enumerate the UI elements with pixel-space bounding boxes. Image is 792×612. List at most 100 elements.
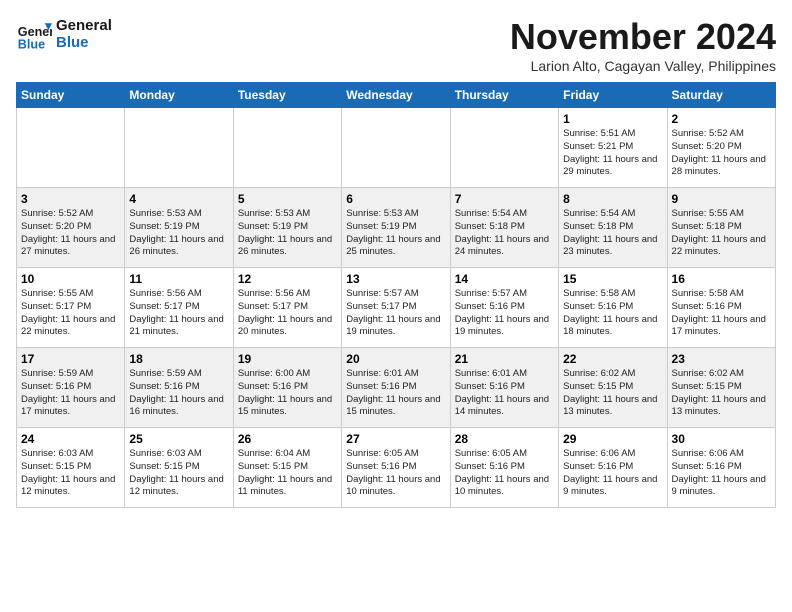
- day-number: 20: [346, 352, 445, 366]
- day-info: Sunrise: 5:57 AM Sunset: 5:16 PM Dayligh…: [455, 288, 554, 339]
- week-row-0: 1Sunrise: 5:51 AM Sunset: 5:21 PM Daylig…: [17, 108, 776, 188]
- day-cell: 8 Sunrise: 5:54 AM Sunset: 5:18 PM Daylig…: [559, 188, 667, 268]
- week-row-1: 3 Sunrise: 5:52 AM Sunset: 5:20 PM Daylig…: [17, 188, 776, 268]
- day-cell: 22 Sunrise: 6:02 AM Sunset: 5:15 PM Dayli…: [559, 348, 667, 428]
- day-cell: 30 Sunrise: 6:06 AM Sunset: 5:16 PM Dayli…: [667, 428, 775, 508]
- day-cell: 24 Sunrise: 6:03 AM Sunset: 5:15 PM Dayli…: [17, 428, 125, 508]
- day-number: 16: [672, 272, 771, 286]
- col-header-saturday: Saturday: [667, 83, 775, 108]
- day-number: 10: [21, 272, 120, 286]
- day-number: 25: [129, 432, 228, 446]
- col-header-tuesday: Tuesday: [233, 83, 341, 108]
- day-info: Sunrise: 6:03 AM Sunset: 5:15 PM Dayligh…: [21, 448, 120, 499]
- day-number: 23: [672, 352, 771, 366]
- day-cell: 23 Sunrise: 6:02 AM Sunset: 5:15 PM Dayli…: [667, 348, 775, 428]
- col-header-wednesday: Wednesday: [342, 83, 450, 108]
- day-number: 27: [346, 432, 445, 446]
- logo-line1: General: [56, 17, 112, 34]
- day-number: 13: [346, 272, 445, 286]
- day-cell: 4Sunrise: 5:53 AM Sunset: 5:19 PM Daylig…: [125, 188, 233, 268]
- week-row-2: 10 Sunrise: 5:55 AM Sunset: 5:17 PM Dayli…: [17, 268, 776, 348]
- day-cell: 19 Sunrise: 6:00 AM Sunset: 5:16 PM Dayli…: [233, 348, 341, 428]
- day-number: 8: [563, 192, 662, 206]
- day-info: Sunrise: 6:05 AM Sunset: 5:16 PM Dayligh…: [455, 448, 554, 499]
- day-number: 12: [238, 272, 337, 286]
- day-number: 3: [21, 192, 120, 206]
- day-info: Sunrise: 5:55 AM Sunset: 5:17 PM Dayligh…: [21, 288, 120, 339]
- day-info: Sunrise: 6:02 AM Sunset: 5:15 PM Dayligh…: [672, 368, 771, 419]
- day-info: Sunrise: 6:01 AM Sunset: 5:16 PM Dayligh…: [455, 368, 554, 419]
- col-header-monday: Monday: [125, 83, 233, 108]
- day-number: 2: [672, 112, 771, 126]
- day-number: 11: [129, 272, 228, 286]
- day-info: Sunrise: 6:04 AM Sunset: 5:15 PM Dayligh…: [238, 448, 337, 499]
- week-row-4: 24 Sunrise: 6:03 AM Sunset: 5:15 PM Dayli…: [17, 428, 776, 508]
- day-number: 4: [129, 192, 228, 206]
- day-number: 17: [21, 352, 120, 366]
- logo-line2: Blue: [56, 34, 112, 51]
- day-info: Sunrise: 5:52 AM Sunset: 5:20 PM Dayligh…: [672, 128, 771, 179]
- header: General Blue General Blue November 2024 …: [16, 16, 776, 74]
- month-title: November 2024: [510, 16, 776, 58]
- day-info: Sunrise: 6:06 AM Sunset: 5:16 PM Dayligh…: [563, 448, 662, 499]
- day-number: 28: [455, 432, 554, 446]
- day-cell: [233, 108, 341, 188]
- logo: General Blue General Blue: [16, 16, 112, 52]
- day-info: Sunrise: 5:55 AM Sunset: 5:18 PM Dayligh…: [672, 208, 771, 259]
- day-cell: 21 Sunrise: 6:01 AM Sunset: 5:16 PM Dayli…: [450, 348, 558, 428]
- day-info: Sunrise: 6:03 AM Sunset: 5:15 PM Dayligh…: [129, 448, 228, 499]
- day-info: Sunrise: 5:58 AM Sunset: 5:16 PM Dayligh…: [672, 288, 771, 339]
- col-header-thursday: Thursday: [450, 83, 558, 108]
- day-info: Sunrise: 5:52 AM Sunset: 5:20 PM Dayligh…: [21, 208, 120, 259]
- day-number: 21: [455, 352, 554, 366]
- day-cell: 17Sunrise: 5:59 AM Sunset: 5:16 PM Dayli…: [17, 348, 125, 428]
- col-header-sunday: Sunday: [17, 83, 125, 108]
- col-header-friday: Friday: [559, 83, 667, 108]
- day-cell: 12Sunrise: 5:56 AM Sunset: 5:17 PM Dayli…: [233, 268, 341, 348]
- day-info: Sunrise: 5:56 AM Sunset: 5:17 PM Dayligh…: [129, 288, 228, 339]
- day-info: Sunrise: 5:54 AM Sunset: 5:18 PM Dayligh…: [563, 208, 662, 259]
- day-number: 29: [563, 432, 662, 446]
- day-cell: 18 Sunrise: 5:59 AM Sunset: 5:16 PM Dayli…: [125, 348, 233, 428]
- day-cell: 14 Sunrise: 5:57 AM Sunset: 5:16 PM Dayli…: [450, 268, 558, 348]
- header-row: SundayMondayTuesdayWednesdayThursdayFrid…: [17, 83, 776, 108]
- day-cell: 5Sunrise: 5:53 AM Sunset: 5:19 PM Daylig…: [233, 188, 341, 268]
- day-number: 19: [238, 352, 337, 366]
- day-cell: 28 Sunrise: 6:05 AM Sunset: 5:16 PM Dayli…: [450, 428, 558, 508]
- day-info: Sunrise: 5:57 AM Sunset: 5:17 PM Dayligh…: [346, 288, 445, 339]
- day-info: Sunrise: 5:54 AM Sunset: 5:18 PM Dayligh…: [455, 208, 554, 259]
- day-cell: [17, 108, 125, 188]
- day-cell: 27 Sunrise: 6:05 AM Sunset: 5:16 PM Dayli…: [342, 428, 450, 508]
- calendar-table: SundayMondayTuesdayWednesdayThursdayFrid…: [16, 82, 776, 508]
- day-cell: 29 Sunrise: 6:06 AM Sunset: 5:16 PM Dayli…: [559, 428, 667, 508]
- day-info: Sunrise: 6:06 AM Sunset: 5:16 PM Dayligh…: [672, 448, 771, 499]
- day-info: Sunrise: 6:01 AM Sunset: 5:16 PM Dayligh…: [346, 368, 445, 419]
- svg-text:Blue: Blue: [18, 37, 45, 51]
- logo-icon: General Blue: [16, 16, 52, 52]
- day-cell: 25 Sunrise: 6:03 AM Sunset: 5:15 PM Dayli…: [125, 428, 233, 508]
- day-cell: [125, 108, 233, 188]
- day-cell: [342, 108, 450, 188]
- title-area: November 2024 Larion Alto, Cagayan Valle…: [510, 16, 776, 74]
- day-info: Sunrise: 6:00 AM Sunset: 5:16 PM Dayligh…: [238, 368, 337, 419]
- day-info: Sunrise: 5:59 AM Sunset: 5:16 PM Dayligh…: [129, 368, 228, 419]
- day-cell: 1Sunrise: 5:51 AM Sunset: 5:21 PM Daylig…: [559, 108, 667, 188]
- subtitle: Larion Alto, Cagayan Valley, Philippines: [510, 58, 776, 74]
- day-cell: 16 Sunrise: 5:58 AM Sunset: 5:16 PM Dayli…: [667, 268, 775, 348]
- day-cell: 26 Sunrise: 6:04 AM Sunset: 5:15 PM Dayli…: [233, 428, 341, 508]
- day-number: 30: [672, 432, 771, 446]
- day-number: 7: [455, 192, 554, 206]
- day-info: Sunrise: 6:02 AM Sunset: 5:15 PM Dayligh…: [563, 368, 662, 419]
- day-info: Sunrise: 6:05 AM Sunset: 5:16 PM Dayligh…: [346, 448, 445, 499]
- day-number: 18: [129, 352, 228, 366]
- day-number: 9: [672, 192, 771, 206]
- day-number: 22: [563, 352, 662, 366]
- day-info: Sunrise: 5:53 AM Sunset: 5:19 PM Dayligh…: [346, 208, 445, 259]
- day-number: 1: [563, 112, 662, 126]
- week-row-3: 17 Sunrise: 5:59 AM Sunset: 5:16 PM Dayli…: [17, 348, 776, 428]
- day-cell: [450, 108, 558, 188]
- day-number: 26: [238, 432, 337, 446]
- day-number: 14: [455, 272, 554, 286]
- day-info: Sunrise: 5:58 AM Sunset: 5:16 PM Dayligh…: [563, 288, 662, 339]
- day-number: 24: [21, 432, 120, 446]
